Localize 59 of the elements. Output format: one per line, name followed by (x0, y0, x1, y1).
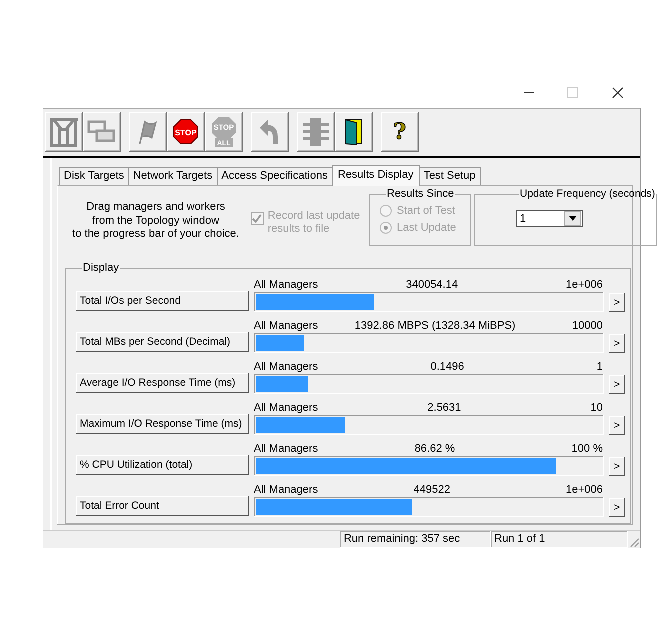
metric-button[interactable]: Total I/Os per Second (76, 291, 249, 311)
scale-max: 10000 (572, 320, 603, 333)
metric-value: 449522 (414, 484, 450, 497)
group-title: Update Frequency (seconds) (519, 188, 656, 200)
workers-button[interactable] (83, 112, 121, 152)
tab[interactable]: Disk Targets (59, 167, 130, 185)
metric-button[interactable]: Maximum I/O Response Time (ms) (76, 414, 249, 434)
expand-button[interactable]: > (609, 334, 625, 353)
reset-button[interactable] (251, 112, 289, 152)
tab[interactable]: Test Setup (418, 167, 481, 185)
expand-button[interactable]: > (609, 293, 625, 312)
status-remaining: Run remaining: 357 sec (340, 531, 490, 548)
checkbox-label: Record last update results to file (268, 210, 362, 236)
dropdown-arrow-icon (568, 216, 576, 221)
network-icon (48, 116, 80, 148)
manager-label: All Managers (254, 320, 318, 333)
topology-button[interactable] (45, 112, 83, 152)
expand-button[interactable]: > (609, 498, 625, 517)
split-arrows-icon (301, 118, 331, 146)
windows-icon (87, 120, 117, 144)
scale-max: 100 % (572, 443, 603, 456)
group-title: Results Since (386, 188, 456, 200)
metric-value: 1392.86 MBPS (1328.34 MiBPS) (354, 320, 516, 333)
expand-button[interactable]: > (609, 375, 625, 394)
metric-button[interactable]: % CPU Utilization (total) (76, 455, 249, 475)
scale-max: 10 (590, 402, 603, 415)
radio-label: Start of Test (397, 204, 456, 216)
instructions-text: Drag managers and workers from the Topology window to the progress bar of your choice. (72, 200, 240, 242)
manager-label: All Managers (254, 484, 318, 497)
close-icon[interactable] (612, 87, 624, 99)
exit-button[interactable] (335, 112, 373, 152)
expand-button[interactable]: > (609, 416, 625, 435)
flag-icon (137, 118, 159, 146)
scale-max: 1e+006 (566, 279, 603, 292)
radio-label: Last Update (397, 222, 456, 234)
metric-value: 86.62 % (414, 443, 456, 456)
frequency-dropdown[interactable]: 1 (516, 210, 583, 227)
start-button[interactable] (129, 112, 167, 152)
resize-grip-icon[interactable] (628, 536, 640, 548)
expand-button[interactable]: > (609, 457, 625, 476)
manager-label: All Managers (254, 402, 318, 415)
metric-value: 340054.14 (406, 279, 458, 292)
metric-value: 2.5631 (428, 402, 462, 415)
stop-sign-icon: STOP (173, 119, 199, 145)
group-title: Display (82, 262, 120, 274)
metric-button[interactable]: Total Error Count (76, 496, 249, 516)
manager-label: All Managers (254, 361, 318, 374)
stop-button[interactable]: STOP (167, 112, 205, 152)
scale-max: 1e+006 (566, 484, 603, 497)
tab[interactable]: Results Display (332, 165, 420, 186)
metric-button[interactable]: Total MBs per Second (Decimal) (76, 332, 249, 352)
scale-max: 1 (596, 361, 603, 374)
status-run: Run 1 of 1 (490, 531, 628, 548)
metric-button[interactable]: Average I/O Response Time (ms) (76, 373, 249, 393)
manager-label: All Managers (254, 443, 318, 456)
door-icon (343, 118, 365, 146)
manager-label: All Managers (254, 279, 318, 292)
workers-merge-button[interactable] (297, 112, 335, 152)
metric-value: 0.1496 (430, 361, 464, 374)
